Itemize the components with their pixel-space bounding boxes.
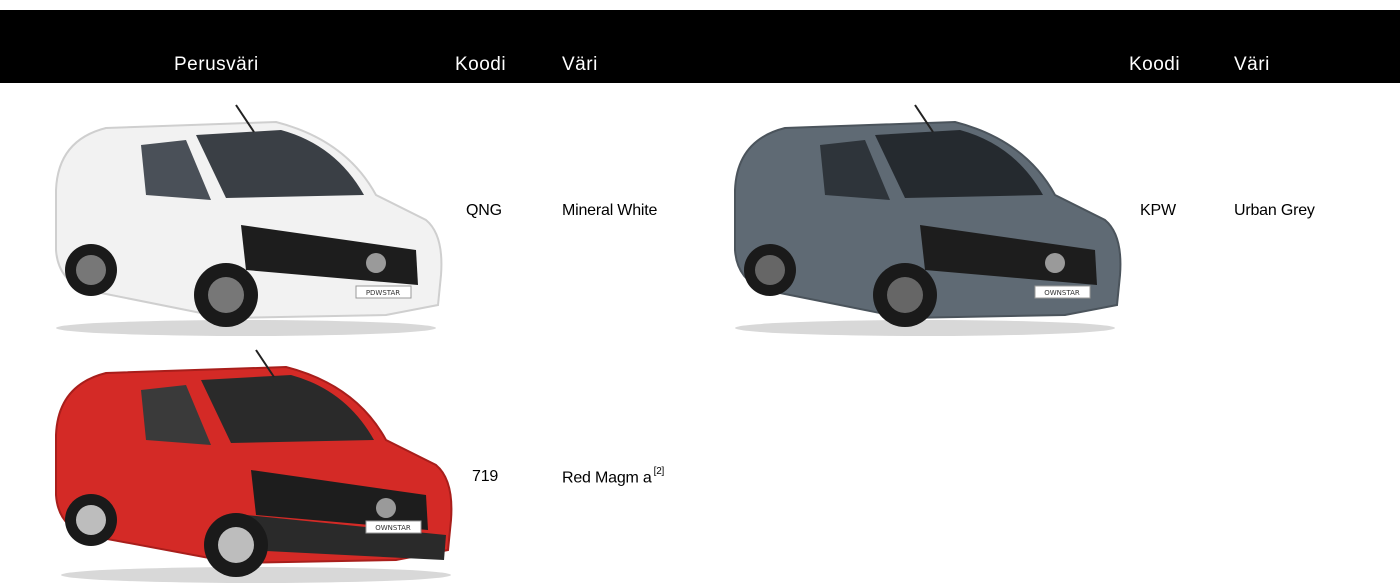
row1-color-name: Mineral White	[562, 202, 658, 219]
van-image-grey: OWNSTAR	[725, 100, 1125, 340]
license-plate-white: PDWSTAR	[366, 289, 400, 297]
license-plate-grey: OWNSTAR	[1044, 289, 1080, 297]
header-code-1: Koodi	[455, 54, 507, 75]
row3-color-text: Red Magm a	[562, 469, 652, 487]
license-plate-red: OWNSTAR	[375, 524, 411, 532]
row3-footnote[interactable]: [2]	[654, 466, 665, 477]
van-image-white: PDWSTAR	[46, 100, 446, 340]
row1-code: QNG	[466, 202, 502, 219]
header-base-color: Perusväri	[174, 54, 259, 75]
header-code-2: Koodi	[1129, 54, 1181, 75]
van-image-red: OWNSTAR	[46, 345, 466, 585]
header-color-1: Väri	[562, 54, 598, 75]
row3-color-name: Red Magm a [2]	[562, 466, 665, 487]
row2-code: KPW	[1140, 202, 1176, 219]
row2-color-name: Urban Grey	[1234, 202, 1315, 219]
header-color-2: Väri	[1234, 54, 1270, 75]
table-header: Perusväri Koodi Väri Koodi Väri	[0, 10, 1400, 83]
row3-code: 719	[472, 468, 499, 485]
